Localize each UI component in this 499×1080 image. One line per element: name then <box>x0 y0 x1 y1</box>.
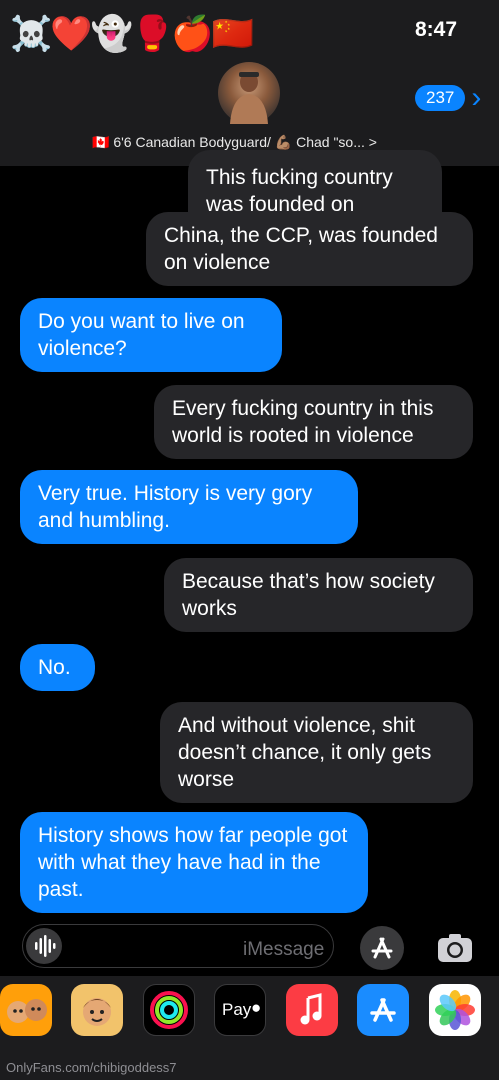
memoji-stickers-app-icon[interactable] <box>0 984 52 1036</box>
message-bubble-incoming: And without violence, shit doesn’t chanc… <box>160 702 473 803</box>
unread-count-badge: 237 <box>415 85 466 111</box>
camera-icon <box>438 934 472 962</box>
message-bubble-incoming: Every fucking country in this world is r… <box>154 385 473 459</box>
message-input-bar: iMessage <box>0 918 499 976</box>
back-button[interactable]: 237 › <box>415 81 482 114</box>
message-bubble-outgoing: History shows how far people got with wh… <box>20 812 368 913</box>
avatar-photo-icon <box>230 72 268 124</box>
emoji-status-row: ☠️❤️👻🥊🍎🇨🇳 <box>10 14 254 54</box>
memoji-app-icon[interactable] <box>71 984 123 1036</box>
apple-pay-label: Pay <box>222 1000 252 1019</box>
camera-button[interactable] <box>432 926 478 970</box>
conversation-header: ☠️❤️👻🥊🍎🇨🇳 8:47 237 › 🇨🇦 6'6 Canadian Bod… <box>0 0 499 166</box>
apps-button[interactable] <box>360 926 404 970</box>
message-bubble-incoming: Because that’s how society works <box>164 558 473 632</box>
contact-avatar[interactable] <box>218 62 280 124</box>
message-bubble-outgoing: No. <box>20 644 95 691</box>
audio-waveform-icon[interactable] <box>22 924 66 968</box>
watermark: OnlyFans.com/chibigoddess7 <box>6 1060 177 1075</box>
activity-app-icon[interactable] <box>143 984 195 1036</box>
message-bubble-outgoing: Do you want to live on violence? <box>20 298 282 372</box>
imessage-input-field[interactable]: iMessage <box>22 924 334 968</box>
status-time: 8:47 <box>415 18 458 41</box>
chevron-back-icon: › <box>471 81 482 114</box>
photos-app-icon[interactable] <box>429 984 481 1036</box>
message-bubble-outgoing: Very true. History is very gory and humb… <box>20 470 358 544</box>
contact-name[interactable]: 🇨🇦 6'6 Canadian Bodyguard/ 💪🏽 Chad "so..… <box>92 134 377 151</box>
imessage-conversation-screen: ☠️❤️👻🥊🍎🇨🇳 8:47 237 › 🇨🇦 6'6 Canadian Bod… <box>0 0 499 1080</box>
imessage-placeholder: iMessage <box>243 939 325 960</box>
apple-logo-icon: ● <box>251 998 262 1017</box>
apple-pay-app-icon[interactable]: Pay ● <box>214 984 266 1036</box>
music-app-icon[interactable] <box>286 984 338 1036</box>
app-store-app-icon[interactable] <box>357 984 409 1036</box>
app-store-icon <box>371 937 393 959</box>
message-bubble-incoming: China, the CCP, was founded on violence <box>146 212 473 286</box>
